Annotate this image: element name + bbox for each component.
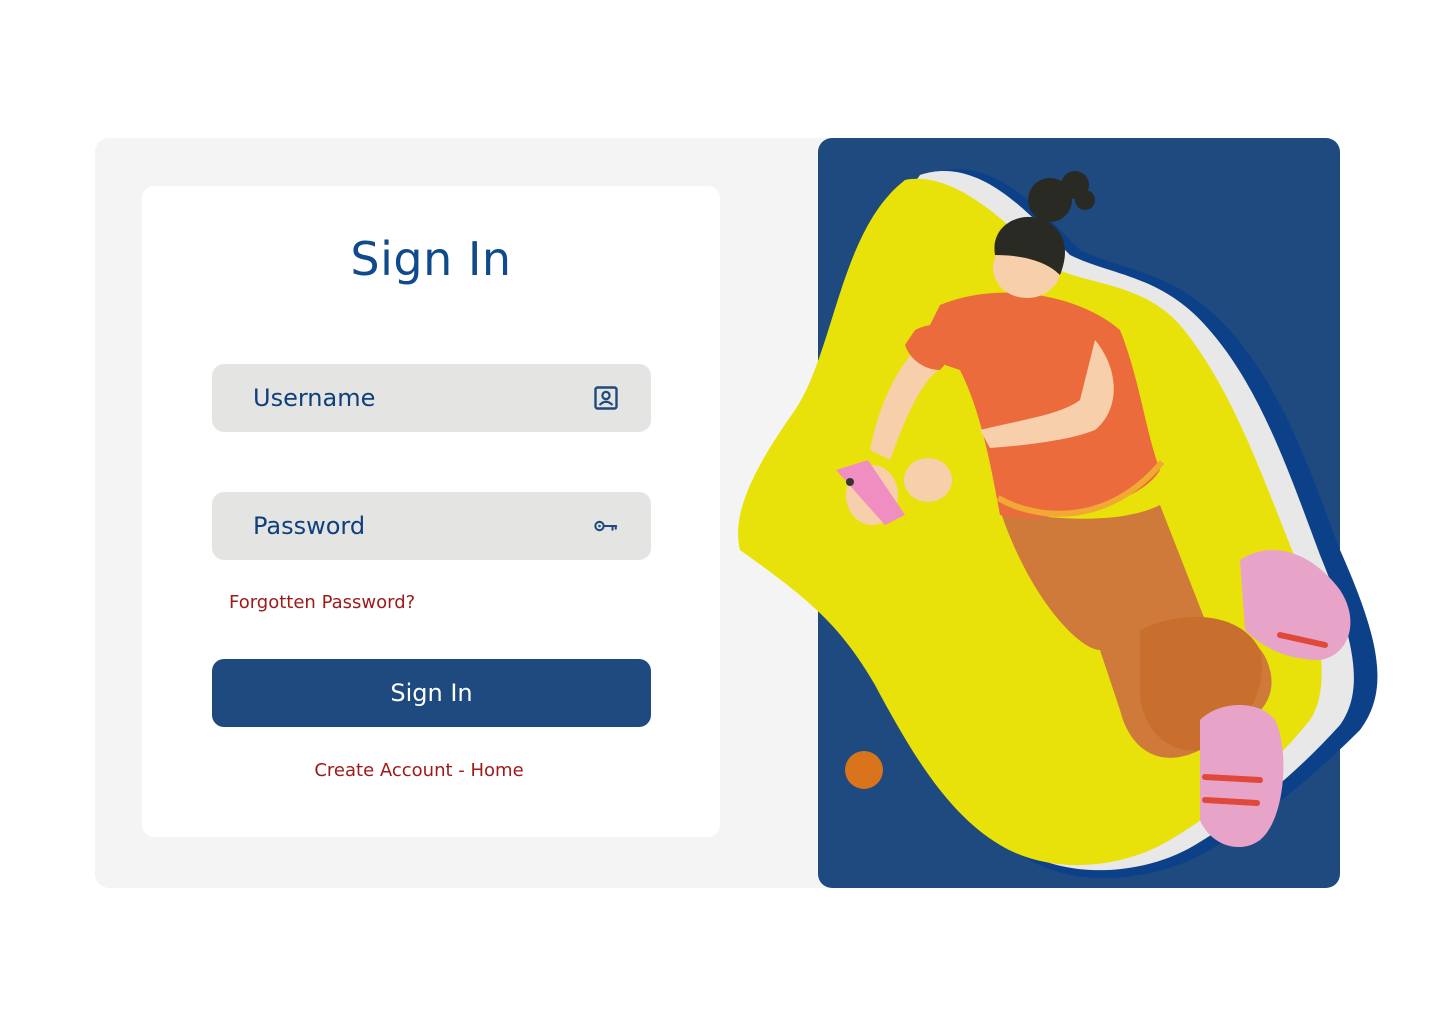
orange-dot (845, 751, 883, 789)
login-page: Sign In Forgotten Password? Sign In Crea… (0, 0, 1440, 1024)
create-account-link[interactable]: Create Account (314, 760, 452, 781)
key-icon (593, 513, 619, 539)
hero-illustration (738, 169, 1378, 879)
character-hand-right (904, 458, 952, 502)
forgot-password-link[interactable]: Forgotten Password? (229, 592, 415, 613)
link-separator: - (452, 760, 471, 781)
password-field[interactable] (212, 492, 651, 560)
contact-card-icon (593, 385, 619, 411)
password-input[interactable] (253, 492, 583, 560)
home-link[interactable]: Home (471, 760, 524, 781)
sign-in-button[interactable]: Sign In (212, 659, 651, 727)
username-field[interactable] (212, 364, 651, 432)
username-input[interactable] (253, 364, 583, 432)
